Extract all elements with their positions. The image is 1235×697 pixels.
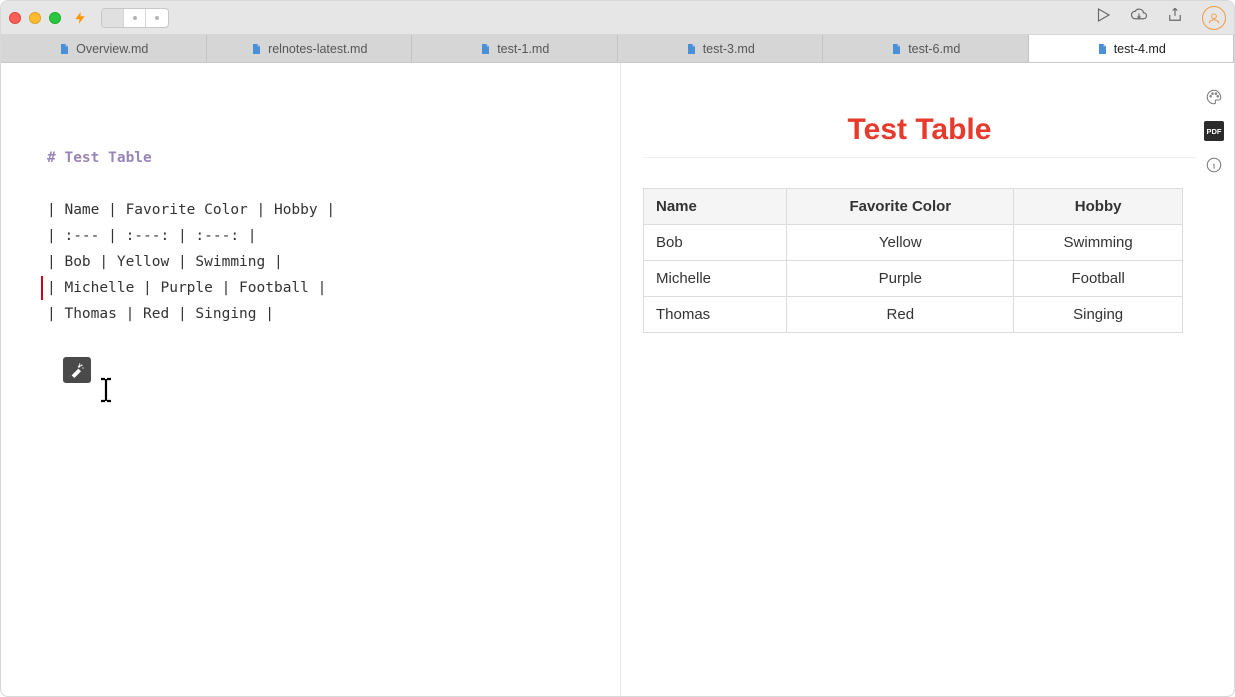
account-avatar[interactable] — [1202, 6, 1226, 30]
table-row: MichellePurpleFootball — [644, 261, 1183, 297]
editor-line[interactable]: | :--- | :---: | :---: | — [47, 223, 580, 249]
view-mode-option-1[interactable] — [102, 9, 124, 27]
tab-relnotes-latest-md[interactable]: relnotes-latest.md — [207, 35, 413, 62]
tab-label: test-1.md — [497, 42, 549, 56]
tab-label: test-3.md — [703, 42, 755, 56]
view-mode-option-2[interactable] — [124, 9, 146, 27]
tab-bar: Overview.md relnotes-latest.md test-1.md te… — [1, 35, 1234, 63]
tab-label: relnotes-latest.md — [268, 42, 367, 56]
tab-overview-md[interactable]: Overview.md — [1, 35, 207, 62]
table-header-cell: Hobby — [1014, 189, 1183, 225]
tab-label: Overview.md — [76, 42, 148, 56]
tab-label: test-6.md — [908, 42, 960, 56]
table-cell: Michelle — [644, 261, 787, 297]
view-mode-segmented-control[interactable] — [101, 8, 169, 28]
table-row: BobYellowSwimming — [644, 225, 1183, 261]
editor-pane[interactable]: # Test Table | Name | Favorite Color | H… — [1, 63, 621, 696]
preview-side-tools: PDF — [1204, 87, 1224, 175]
table-cell: Swimming — [1014, 225, 1183, 261]
cloud-download-icon[interactable] — [1130, 6, 1148, 29]
table-cell: Bob — [644, 225, 787, 261]
pdf-export-icon[interactable]: PDF — [1204, 121, 1224, 141]
editor-heading-line[interactable]: # Test Table — [47, 145, 580, 171]
table-cell: Singing — [1014, 297, 1183, 333]
palette-icon[interactable] — [1204, 87, 1224, 107]
table-header-cell: Favorite Color — [787, 189, 1014, 225]
info-icon[interactable] — [1204, 155, 1224, 175]
run-icon[interactable] — [1094, 6, 1112, 29]
table-cell: Purple — [787, 261, 1014, 297]
table-row: ThomasRedSinging — [644, 297, 1183, 333]
table-header-cell: Name — [644, 189, 787, 225]
table-cell: Thomas — [644, 297, 787, 333]
minimize-window-button[interactable] — [29, 12, 41, 24]
tab-test-6-md[interactable]: test-6.md — [823, 35, 1029, 62]
tab-test-4-md[interactable]: test-4.md — [1029, 35, 1235, 62]
preview-pane: Test Table NameFavorite ColorHobby BobYe… — [621, 63, 1234, 696]
window-controls — [9, 12, 61, 24]
table-cell: Red — [787, 297, 1014, 333]
tab-test-1-md[interactable]: test-1.md — [412, 35, 618, 62]
editor-line[interactable]: | Name | Favorite Color | Hobby | — [47, 197, 580, 223]
maximize-window-button[interactable] — [49, 12, 61, 24]
bolt-icon[interactable] — [73, 10, 87, 26]
table-cell: Yellow — [787, 225, 1014, 261]
editor-line[interactable]: | Thomas | Red | Singing | — [47, 301, 580, 327]
table-cell: Football — [1014, 261, 1183, 297]
share-icon[interactable] — [1166, 6, 1184, 29]
titlebar — [1, 1, 1234, 35]
text-cursor-icon — [97, 377, 115, 403]
magic-wand-icon[interactable] — [63, 357, 91, 383]
editor-line[interactable]: | Bob | Yellow | Swimming | — [47, 249, 580, 275]
view-mode-option-3[interactable] — [146, 9, 168, 27]
preview-table: NameFavorite ColorHobby BobYellowSwimmin… — [643, 188, 1183, 333]
close-window-button[interactable] — [9, 12, 21, 24]
tab-test-3-md[interactable]: test-3.md — [618, 35, 824, 62]
tab-label: test-4.md — [1114, 42, 1166, 56]
editor-line[interactable]: | Michelle | Purple | Football | — [47, 275, 580, 301]
preview-title: Test Table — [643, 113, 1196, 158]
